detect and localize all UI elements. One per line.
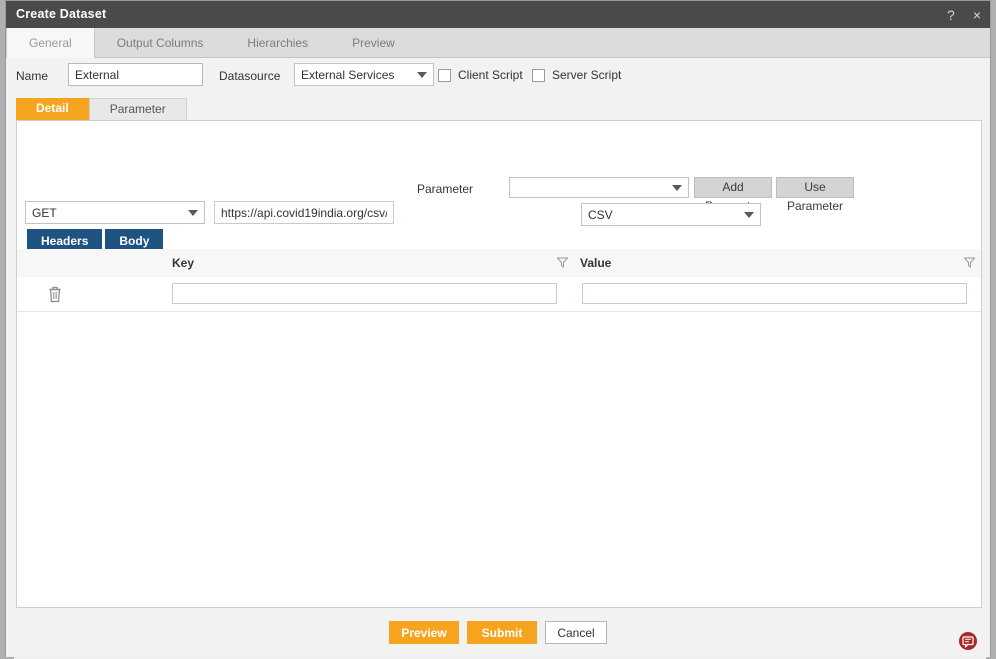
chevron-down-icon [188,209,198,216]
dialog-body: Name Datasource External Services Client… [6,58,990,657]
parameter-select[interactable] [509,177,689,198]
cancel-button[interactable]: Cancel [545,621,607,644]
chevron-down-icon [672,184,682,191]
detail-parameter-subtabs: Detail Parameter [16,98,187,120]
column-header-value: Value [580,256,612,270]
datasource-select-value: External Services [301,67,395,82]
submit-button[interactable]: Submit [467,621,537,644]
header-key-input[interactable] [172,283,557,304]
preview-button[interactable]: Preview [389,621,459,644]
use-parameter-button[interactable]: Use Parameter [776,177,854,213]
help-icon[interactable]: ? [944,6,958,24]
subtab-parameter[interactable]: Parameter [88,98,187,120]
page-root: Create Dataset ? × General Output Column… [0,0,996,659]
subtab-detail[interactable]: Detail [16,98,89,120]
response-format-value: CSV [588,207,613,222]
headers-table-head: Key Value [17,249,981,278]
feedback-icon[interactable] [958,631,978,651]
detail-panel: Parameter Add Parameter Use Parameter GE… [16,120,982,608]
client-script-checkbox[interactable]: Client Script [438,68,523,82]
main-tabstrip: General Output Columns Hierarchies Previ… [6,28,990,58]
create-dataset-dialog: Create Dataset ? × General Output Column… [5,0,991,657]
datasource-select[interactable]: External Services [294,63,434,86]
response-format-select[interactable]: CSV [581,203,761,226]
chevron-down-icon [744,211,754,218]
http-method-select[interactable]: GET [25,201,205,224]
tab-output-columns[interactable]: Output Columns [95,28,226,57]
checkbox-icon [438,68,451,82]
filter-icon-key[interactable] [556,257,569,271]
chevron-down-icon [417,71,427,78]
http-method-value: GET [32,205,57,220]
close-icon[interactable]: × [970,6,984,24]
table-row [17,277,981,312]
dialog-title: Create Dataset [16,7,107,21]
parameter-label: Parameter [417,182,474,196]
name-label: Name [16,69,49,83]
server-script-checkbox[interactable]: Server Script [532,68,621,82]
request-url-input[interactable] [214,201,394,224]
tab-general[interactable]: General [6,28,95,58]
filter-icon-value[interactable] [963,257,976,271]
request-row: GET CSV [17,201,981,229]
datasource-label: Datasource [219,69,281,83]
parameter-row: Parameter Add Parameter Use Parameter [17,177,981,213]
header-value-input[interactable] [582,283,967,304]
delete-row-icon[interactable] [47,285,63,306]
add-parameter-button[interactable]: Add Parameter [694,177,772,213]
name-input[interactable] [68,63,203,86]
dialog-titlebar: Create Dataset ? × [6,1,990,28]
tab-hierarchies[interactable]: Hierarchies [225,28,330,57]
checkbox-icon [532,68,545,82]
titlebar-buttons: ? × [944,1,984,28]
general-form-row: Name Datasource External Services Client… [6,58,990,94]
column-header-key: Key [172,256,195,270]
footer-buttons: Preview Submit Cancel [6,621,990,644]
server-script-label: Server Script [552,68,622,82]
tab-preview[interactable]: Preview [330,28,417,57]
client-script-label: Client Script [458,68,523,82]
dialog-footer: Preview Submit Cancel [6,612,990,657]
